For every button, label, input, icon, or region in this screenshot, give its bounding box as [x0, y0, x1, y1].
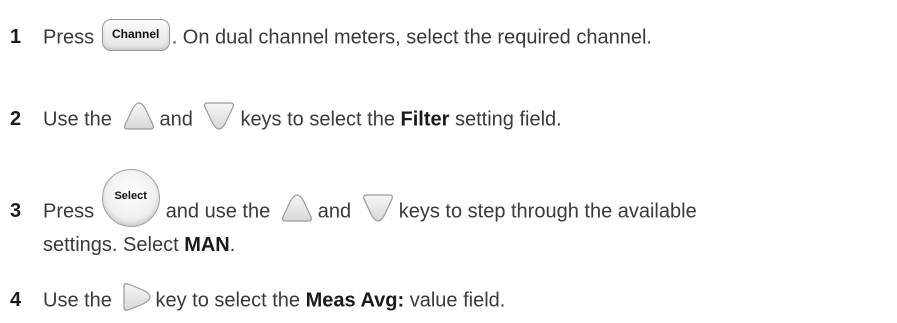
step-text: . On dual channel meters, select the req…	[171, 26, 652, 49]
down-arrow-key-icon	[362, 194, 393, 222]
step-number: 4	[10, 289, 22, 312]
right-arrow-key-icon	[122, 283, 151, 311]
step-text: Press	[43, 200, 95, 223]
field-name: Meas Avg:	[305, 289, 405, 312]
up-arrow-key-icon	[281, 194, 312, 222]
step-text: and	[317, 200, 352, 223]
step-number: 3	[10, 200, 22, 223]
step-text: Press	[43, 26, 95, 49]
step-number: 1	[10, 26, 22, 49]
select-key-icon: Select	[101, 169, 160, 227]
step-text: and use the	[165, 200, 271, 223]
step-text: Use the	[43, 108, 112, 131]
step-text: keys to step through the available	[398, 200, 697, 223]
step-4: 4 Use the key to select the Meas Avg: val…	[10, 283, 506, 317]
setting-value: MAN	[184, 234, 230, 256]
step-1: 1 Press Channel. On dual channel meters, …	[10, 19, 652, 54]
step-2: 2 Use the and keys to select the Filter s…	[10, 102, 562, 135]
field-name: Filter	[400, 108, 450, 131]
step-text: .	[229, 234, 236, 256]
up-arrow-key-icon	[123, 102, 154, 130]
step-text: key to select the	[155, 289, 301, 312]
step-text: value field.	[409, 289, 506, 312]
step-3-continuation: settings. Select MAN.	[43, 232, 235, 258]
step-text: settings. Select	[43, 234, 179, 256]
step-text: and	[159, 108, 193, 131]
down-arrow-key-icon	[204, 102, 235, 130]
step-text: Use the	[43, 289, 112, 312]
step-text: setting field.	[455, 108, 562, 131]
channel-key-icon: Channel	[101, 19, 170, 51]
step-number: 2	[10, 108, 22, 131]
step-text: keys to select the	[240, 108, 395, 131]
